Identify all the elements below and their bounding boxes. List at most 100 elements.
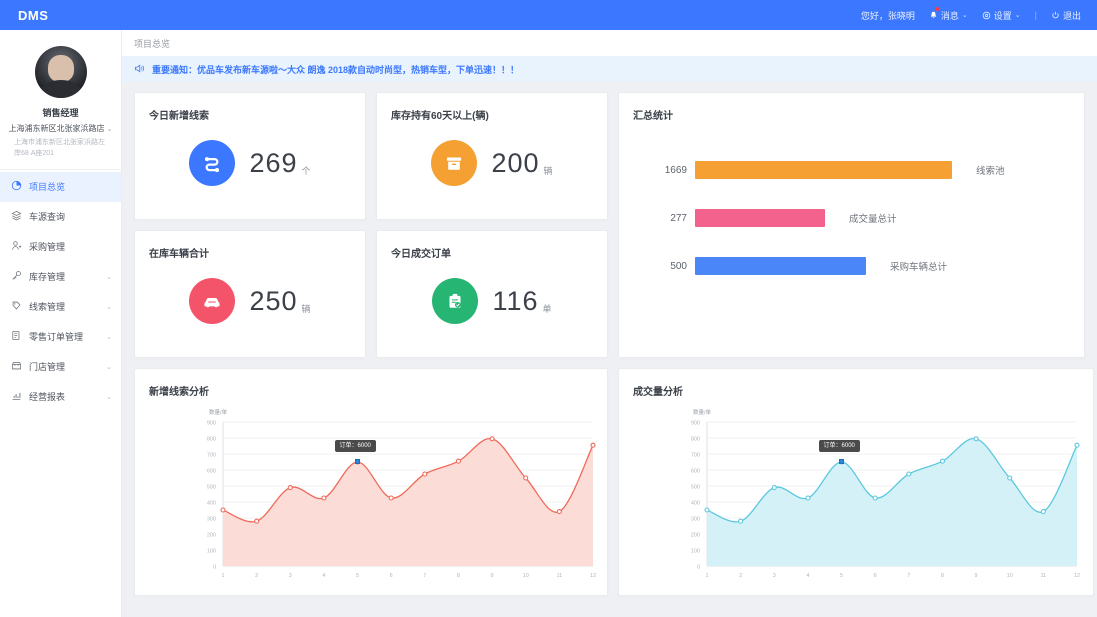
chart-data-point[interactable] [321,495,327,501]
chart-data-point[interactable] [388,495,394,501]
sidebar-item-business-reports[interactable]: 经营报表 ⌄ [0,382,121,412]
dashboard-board: 今日新增线索 269 个 库存持有60天以上(辆) 200 辆 在库车辆合计 2… [122,82,1097,617]
sidebar-item-retail-order-management[interactable]: 零售订单管理 ⌄ [0,322,121,352]
summary-bar-row: 277 成交量总计 [633,194,1084,242]
svg-text:4: 4 [806,573,809,579]
summary-statistics-card: 汇总统计 1669 线索池 277 成交量总计 500 采购车辆总计 [618,92,1085,358]
chart-data-point[interactable] [287,485,293,491]
chart-data-point[interactable] [220,507,226,513]
clipboard-check-icon [432,278,479,324]
svg-text:800: 800 [691,437,700,443]
sidebar-item-purchase-management[interactable]: 采购管理 [0,232,121,262]
summary-title: 汇总统计 [633,111,673,122]
avatar[interactable] [34,46,87,98]
highlighted-data-point[interactable] [838,459,844,464]
chart-data-point[interactable] [939,458,946,464]
svg-text:100: 100 [691,549,700,555]
svg-text:5: 5 [356,573,359,579]
summary-bar-label: 线索池 [976,166,1005,177]
car-icon [189,278,236,324]
chart-data-point[interactable] [556,509,562,515]
sidebar-item-label: 库存管理 [29,272,66,283]
chart-data-point[interactable] [973,436,979,442]
chart-data-point[interactable] [1007,475,1013,481]
chart-data-point[interactable] [872,495,878,501]
chart-svg: 0100200300400500600700800900数量/单1 2 3 4 5 6 7 8… [207,408,596,579]
chevron-down-icon: ⌄ [106,273,112,281]
sidebar-item-inventory-management[interactable]: 库存管理 ⌄ [0,262,121,292]
logout-button[interactable]: 退出 [1051,9,1081,22]
summary-bar-fill[interactable] [695,161,952,179]
box-icon [431,140,478,186]
stat-card-title: 在库车辆合计 [149,249,209,260]
chevron-down-icon: ⌄ [106,393,112,401]
stat-card-aged-inventory[interactable]: 库存持有60天以上(辆) 200 辆 [376,92,608,220]
stat-card-unit: 辆 [301,303,311,314]
svg-text:700: 700 [691,453,700,459]
sidebar-item-lead-management[interactable]: 线索管理 ⌄ [0,292,121,322]
stat-card-total-inventory[interactable]: 在库车辆合计 250 辆 [134,230,366,358]
svg-text:3: 3 [773,573,776,579]
chart-data-point[interactable] [771,485,777,491]
sidebar-menu: 项目总览 车源查询 采购管理 库存管理 ⌄ 线索管理 ⌄ 零售订单管理 ⌄ 门店… [0,170,121,412]
gear-icon [982,11,991,20]
svg-text:10: 10 [1007,573,1013,579]
megaphone-icon [134,63,145,76]
stat-card-value: 250 [249,285,298,316]
sidebar-item-project-overview[interactable]: 项目总览 [0,171,121,202]
chevron-down-icon: ⌄ [106,125,113,133]
summary-bar-label: 采购车辆总计 [890,262,948,273]
svg-text:6: 6 [874,573,877,579]
summary-bar-row: 1669 线索池 [633,146,1084,194]
sidebar-item-label: 项目总览 [29,182,66,193]
nav-divider: | [1034,10,1037,20]
chart-data-point[interactable] [1040,509,1046,515]
chart-data-point[interactable] [704,507,710,513]
top-nav: 您好，张晓明 消息 ⌄ 设置 ⌄ | 退出 [122,6,1097,22]
chart-data-point[interactable] [1074,442,1080,448]
chart-data-point[interactable] [489,436,495,442]
stat-card-value: 269 [249,147,298,178]
sidebar-item-vehicle-search[interactable]: 车源查询 [0,202,121,232]
svg-text:400: 400 [207,501,216,507]
svg-text:1: 1 [221,573,224,579]
svg-text:600: 600 [207,469,216,475]
new-leads-chart[interactable]: 0 100 200 300 400 500 600 700 800 900 数量/单 1 2 3 4 5 6 7 8… [149,400,609,596]
chart-data-point[interactable] [422,471,428,477]
stat-card-value: 200 [491,147,540,178]
svg-text:2: 2 [255,573,258,579]
chart-data-point[interactable] [805,495,811,501]
chart-svg: 0100200300400500600700800900数量/单1 2 3 4 5 6 7 8… [691,408,1080,579]
settings-button[interactable]: 设置 ⌄ [982,9,1021,22]
user-role: 销售经理 [42,108,79,118]
stat-card-unit: 辆 [543,165,553,176]
messages-button[interactable]: 消息 ⌄ [929,6,968,22]
stat-card-today-orders[interactable]: 今日成交订单 116 单 [376,230,608,358]
stat-card-new-leads[interactable]: 今日新增线索 269 个 [134,92,366,220]
main-content: 项目总览 重要通知：优品车发布新车源啦～大众 朗逸 2018款自动时尚型，热销车… [122,30,1097,617]
chart-data-point[interactable] [254,518,260,524]
svg-text:1: 1 [705,573,708,579]
summary-bar-fill[interactable] [695,257,866,275]
sidebar-item-label: 车源查询 [29,212,66,223]
chart-data-point[interactable] [523,475,529,481]
chart-data-point[interactable] [738,518,744,524]
sidebar: 销售经理 上海浦东新区北张家浜路店 ⌄ 上海市浦东新区北张家浜路左岸68 A座2… [0,30,122,617]
store-selector[interactable]: 上海浦东新区北张家浜路店 ⌄ [8,124,113,134]
deal-volume-chart[interactable]: 0 100 200 300 400 500 600 700 800 900 数量/单 1 2 3 4 5 6 7 8… [633,400,1093,596]
stat-card-value-line: 116 单 [492,287,551,315]
summary-bar-fill[interactable] [695,209,825,227]
chevron-down-icon: ⌄ [1014,12,1021,19]
summary-bar-label: 成交量总计 [849,214,897,225]
chart-data-point[interactable] [455,458,462,464]
svg-text:9: 9 [491,573,494,579]
chart-data-point[interactable] [906,471,912,477]
sidebar-item-store-management[interactable]: 门店管理 ⌄ [0,352,121,382]
highlighted-data-point[interactable] [354,459,360,464]
chart-data-point[interactable] [590,442,596,448]
app-logo[interactable]: DMS [0,8,122,23]
sidebar-item-label: 门店管理 [29,362,66,373]
stat-card-title: 今日成交订单 [391,249,451,260]
notice-banner[interactable]: 重要通知：优品车发布新车源啦～大众 朗逸 2018款自动时尚型，热销车型，下单迅… [122,56,1097,82]
messages-label: 消息 [940,10,959,21]
